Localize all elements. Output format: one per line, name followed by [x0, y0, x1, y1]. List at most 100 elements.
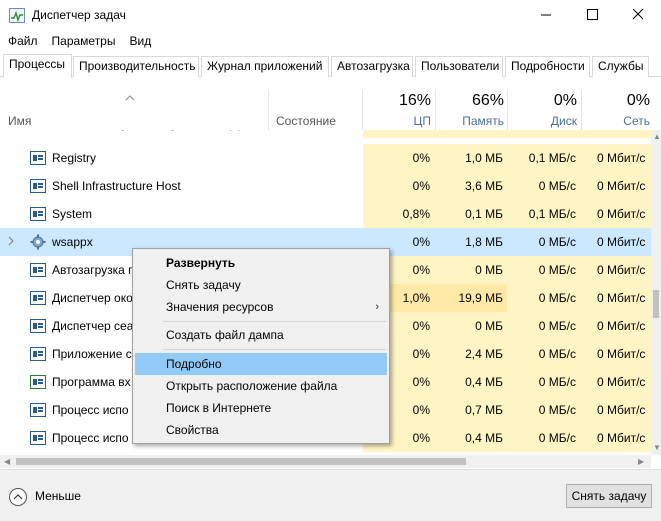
table-row[interactable]: System 0,8% 0,1 МБ 0,1 МБ/с 0 Мбит/с [0, 200, 651, 228]
scroll-left-icon[interactable]: ◀ [4, 457, 10, 466]
column-memory[interactable]: Память [436, 114, 504, 128]
process-icon [30, 263, 46, 277]
disk-value: 0 МБ/с [538, 347, 576, 361]
scroll-up-icon[interactable]: ▲ [653, 132, 661, 141]
table-row[interactable]: Registry 0% 1,0 МБ 0,1 МБ/с 0 Мбит/с [0, 144, 651, 172]
end-task-button[interactable]: Снять задачу [566, 484, 652, 508]
memory-value: 1,0 МБ [465, 151, 503, 165]
column-name[interactable]: Имя [8, 114, 31, 128]
process-icon [30, 179, 46, 193]
process-name: Local Security Authority Process (3) [52, 130, 242, 138]
column-divider[interactable] [268, 90, 269, 130]
horizontal-scroll-thumb[interactable] [16, 458, 466, 465]
sort-up-icon [125, 90, 135, 104]
menu-item-details[interactable]: Подробно [135, 353, 387, 375]
column-status[interactable]: Состояние [276, 114, 336, 128]
expand-chevron-icon[interactable] [8, 236, 14, 249]
disk-value: 0 МБ/с [538, 319, 576, 333]
menu-item-create-dump[interactable]: Создать файл дампа [135, 324, 387, 346]
memory-value: 0,1 МБ [465, 207, 503, 221]
disk-percent[interactable]: 0% [508, 92, 577, 110]
menu-separator [163, 321, 387, 322]
process-icon [30, 151, 46, 165]
tab-startup[interactable]: Автозагрузка [331, 56, 413, 77]
collapse-chevron-icon[interactable] [9, 488, 27, 506]
menu-item-end-task[interactable]: Снять задачу [135, 274, 387, 296]
fewer-details-link[interactable]: Меньше [35, 489, 81, 503]
process-name: wsappx [52, 235, 93, 249]
gear-icon [30, 234, 46, 253]
memory-value: 3,6 МБ [465, 179, 503, 193]
tab-performance[interactable]: Производительность [73, 56, 199, 77]
menu-bar: Файл Параметры Вид [0, 31, 661, 51]
process-name: Процесс испо [52, 431, 129, 445]
menu-item-resource-values[interactable]: Значения ресурсов › [135, 296, 387, 318]
cpu-value: 0,8% [402, 207, 430, 221]
tab-app-history[interactable]: Журнал приложений [201, 56, 329, 77]
process-name: Программа вх [52, 375, 131, 389]
scroll-right-icon[interactable]: ▶ [638, 457, 644, 466]
menu-separator [163, 349, 387, 350]
process-icon [30, 347, 46, 361]
process-icon [30, 291, 46, 305]
usage-cells [363, 130, 651, 138]
maximize-button[interactable] [569, 0, 615, 31]
tab-processes[interactable]: Процессы [3, 54, 72, 78]
table-row[interactable]: Local Security Authority Process (3) [0, 130, 651, 138]
table-row[interactable]: Shell Infrastructure Host 0% 3,6 МБ 0 МБ… [0, 172, 651, 200]
tab-details[interactable]: Подробности [505, 56, 590, 77]
scroll-down-icon[interactable]: ▼ [653, 443, 661, 452]
network-value: 0 Мбит/с [597, 319, 646, 333]
network-value: 0 Мбит/с [597, 403, 646, 417]
column-disk[interactable]: Диск [508, 114, 577, 128]
memory-percent[interactable]: 66% [436, 92, 504, 110]
memory-value: 0 МБ [475, 263, 503, 277]
tab-users[interactable]: Пользователи [415, 56, 503, 77]
column-divider[interactable] [581, 90, 582, 130]
process-name: Shell Infrastructure Host [52, 179, 181, 193]
network-value: 0 Мбит/с [597, 431, 646, 445]
minimize-button[interactable] [523, 0, 569, 31]
window-title: Диспетчер задач [32, 8, 126, 22]
horizontal-scrollbar[interactable]: ◀ ▶ [0, 455, 651, 468]
network-value: 0 Мбит/с [597, 291, 646, 305]
context-menu: Развернуть Снять задачу Значения ресурсо… [132, 248, 390, 444]
memory-value: 0,7 МБ [465, 403, 503, 417]
column-header: Имя Состояние 16% ЦП 66% Память 0% Диск … [0, 78, 661, 130]
disk-value: 0,1 МБ/с [528, 151, 576, 165]
memory-value: 0 МБ [475, 319, 503, 333]
process-icon [30, 319, 46, 333]
network-percent[interactable]: 0% [582, 92, 650, 110]
process-name: Приложение с [52, 347, 132, 361]
column-divider[interactable] [362, 90, 363, 130]
process-name: Автозагрузка п [52, 263, 135, 277]
memory-value: 0,4 МБ [465, 375, 503, 389]
column-network[interactable]: Сеть [582, 114, 650, 128]
column-divider[interactable] [435, 90, 436, 130]
process-name: System [52, 207, 93, 221]
column-divider[interactable] [507, 90, 508, 130]
memory-value: 0,4 МБ [465, 431, 503, 445]
task-manager-icon [9, 8, 25, 23]
process-name: Диспетчер сеа [52, 319, 134, 333]
memory-value: 19,9 МБ [458, 291, 503, 305]
tab-services[interactable]: Службы [592, 56, 649, 77]
close-button[interactable] [615, 0, 661, 31]
menu-item-search-online[interactable]: Поиск в Интернете [135, 397, 387, 419]
vertical-scroll-thumb[interactable] [653, 290, 659, 318]
column-cpu[interactable]: ЦП [365, 114, 431, 128]
submenu-arrow-icon: › [375, 301, 379, 313]
process-icon [30, 207, 46, 221]
menu-item-properties[interactable]: Свойства [135, 419, 387, 441]
menu-view[interactable]: Вид [121, 31, 157, 51]
menu-options[interactable]: Параметры [44, 31, 122, 51]
process-name: Registry [52, 151, 97, 165]
disk-value: 0 МБ/с [538, 235, 576, 249]
menu-item-open-location[interactable]: Открыть расположение файла [135, 375, 387, 397]
menu-item-expand[interactable]: Развернуть [135, 252, 387, 274]
maximize-icon [586, 8, 598, 23]
vertical-scrollbar[interactable]: ▲ ▼ [651, 130, 661, 455]
disk-value: 0 МБ/с [538, 179, 576, 193]
cpu-percent[interactable]: 16% [365, 92, 431, 110]
menu-file[interactable]: Файл [0, 31, 44, 51]
